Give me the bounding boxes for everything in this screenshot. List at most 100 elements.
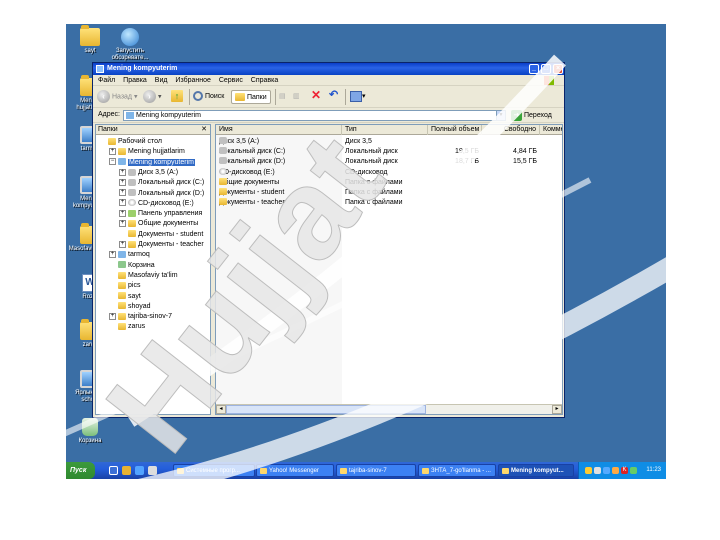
collapse-icon[interactable]: − — [109, 158, 116, 166]
menu-view[interactable]: Вид — [155, 77, 168, 84]
address-bar: Адрес: Mening kompyuterim ▼ ➜ Переход — [93, 108, 564, 123]
taskbar-button[interactable]: Yahoo! Messenger — [256, 464, 334, 477]
up-button[interactable]: ↑ — [171, 90, 183, 104]
tree-node[interactable]: + Панель управления — [119, 209, 202, 219]
tree-node[interactable]: shoyad — [118, 302, 151, 312]
taskbar-button[interactable]: ЗНТА_7-go'llanma - ... — [418, 464, 496, 477]
expand-icon[interactable]: + — [119, 189, 126, 197]
tree-node-label: Документы - student — [138, 230, 204, 238]
tray-network-icon[interactable] — [594, 467, 601, 474]
tree-node[interactable]: + tajriba-sinov-7 — [109, 312, 172, 322]
tree-node[interactable]: sayt — [118, 292, 141, 302]
address-field[interactable]: Mening kompyuterim ▼ — [123, 110, 506, 121]
views-button[interactable]: ▾ — [350, 90, 366, 104]
expand-icon[interactable]: + — [119, 220, 126, 228]
quick-launch-ie-icon[interactable] — [135, 466, 144, 475]
clock: 11:23 — [646, 467, 661, 473]
folder-icon — [118, 147, 126, 155]
column-comments[interactable]: Коммента — [540, 125, 562, 135]
go-button[interactable]: ➜ Переход — [511, 110, 552, 121]
tree-node[interactable]: Корзина — [118, 261, 155, 271]
tray-volume-icon[interactable] — [603, 467, 610, 474]
tree-node[interactable]: − Mening kompyuterim — [109, 158, 195, 168]
expand-icon[interactable]: + — [109, 147, 116, 155]
drive-icon — [219, 147, 227, 155]
tree-node[interactable]: + Диск 3,5 (A:) — [119, 168, 178, 178]
expand-icon[interactable]: + — [119, 199, 126, 207]
scroll-right-icon[interactable]: ▸ — [552, 405, 562, 414]
menu-tools[interactable]: Сервис — [219, 77, 243, 84]
scroll-thumb[interactable] — [226, 405, 426, 414]
file-row[interactable]: Документы - teacher Папка с файлами — [216, 198, 562, 208]
forward-button[interactable]: › ▾ — [143, 90, 161, 104]
delete-button[interactable]: ✕ — [311, 88, 321, 102]
folders-icon — [235, 93, 245, 102]
back-button[interactable]: ‹ Назад ▾ — [97, 90, 137, 104]
drive-icon — [128, 178, 136, 186]
undo-button[interactable]: ↶ — [329, 88, 338, 102]
taskbar-button[interactable]: Mening kompyut... — [498, 464, 574, 477]
tray-security-icon[interactable] — [630, 467, 637, 474]
tree-node[interactable]: zarus — [118, 322, 145, 332]
start-button[interactable]: Пуск — [66, 462, 95, 479]
search-button[interactable]: Поиск — [193, 90, 224, 104]
expand-icon[interactable]: + — [109, 250, 116, 258]
tree-node[interactable]: Masofaviy ta'lim — [118, 271, 178, 281]
file-row[interactable]: Диск 3,5 (A:) Диск 3,5 — [216, 137, 562, 147]
taskbar-button[interactable]: tajriba-sinov-7 — [336, 464, 416, 477]
tree-node[interactable]: + CD-дисковод (E:) — [119, 199, 194, 209]
file-row[interactable]: Локальный диск (C:) Локальный диск 19,5 ГБ… — [216, 147, 562, 157]
expand-icon[interactable]: + — [119, 209, 126, 217]
go-arrow-icon: ➜ — [511, 110, 522, 121]
file-name-cell: Локальный диск (C:) — [219, 147, 285, 157]
tree-node[interactable]: Рабочий стол — [108, 137, 162, 147]
file-row[interactable]: Локальный диск (D:) Локальный диск 18,7 ГБ… — [216, 157, 562, 167]
tree-node[interactable]: pics — [118, 281, 140, 291]
maximize-button[interactable]: □ — [541, 64, 551, 74]
file-row[interactable]: Общие документы Папка с файлами — [216, 177, 562, 188]
quick-launch-messenger-icon[interactable] — [122, 466, 131, 475]
file-row[interactable]: Документы - student Папка с файлами — [216, 188, 562, 198]
tree-node[interactable]: + Локальный диск (D:) — [119, 189, 204, 199]
tray-antivirus-icon[interactable]: K — [621, 467, 628, 474]
quick-launch-desktop-icon[interactable] — [109, 466, 118, 475]
column-type[interactable]: Тип — [342, 125, 428, 135]
tree-node[interactable]: + Mening hujjatlarim — [109, 147, 185, 157]
title-bar[interactable]: Mening kompyuterim _ □ × — [93, 63, 564, 75]
tree-node[interactable]: + Документы - teacher — [119, 240, 204, 250]
move-to-button[interactable]: ▤ — [279, 90, 286, 104]
tray-messenger-icon[interactable] — [585, 467, 592, 474]
folders-button[interactable]: Папки — [231, 90, 271, 104]
copy-to-button[interactable]: ▥ — [293, 90, 300, 104]
minimize-button[interactable]: _ — [529, 64, 539, 74]
expand-icon[interactable]: + — [119, 178, 126, 186]
folder-icon — [118, 281, 126, 289]
menu-file[interactable]: Файл — [98, 77, 115, 84]
file-row[interactable]: CD-дисковод (E:) CD-дисковод — [216, 167, 562, 178]
menu-favorites[interactable]: Избранное — [175, 77, 210, 84]
tree-node[interactable]: + Локальный диск (C:) — [119, 178, 204, 188]
close-pane-icon[interactable]: ✕ — [201, 125, 207, 135]
column-total-size[interactable]: Полный объем — [428, 125, 482, 135]
tray-update-icon[interactable] — [612, 467, 619, 474]
close-button[interactable]: × — [553, 64, 563, 74]
horizontal-scrollbar[interactable]: ◂ ▸ — [216, 404, 562, 414]
column-name[interactable]: Имя — [216, 125, 342, 135]
menu-help[interactable]: Справка — [251, 77, 278, 84]
folder-icon — [219, 188, 227, 195]
desktop-icon[interactable]: Корзина — [66, 418, 114, 445]
expand-icon[interactable]: + — [119, 168, 126, 176]
tree-node[interactable]: + Общие документы — [119, 219, 198, 229]
tree-node-label: Общие документы — [138, 220, 199, 228]
scroll-left-icon[interactable]: ◂ — [216, 405, 226, 414]
quick-launch-show-desktop-icon[interactable] — [148, 466, 157, 475]
tree-node[interactable]: + tarmoq — [109, 250, 150, 260]
expand-icon[interactable]: + — [109, 312, 116, 320]
taskbar-button[interactable]: Системные прогр... — [173, 464, 255, 477]
expand-icon[interactable]: + — [119, 240, 126, 248]
menu-edit[interactable]: Правка — [123, 77, 147, 84]
column-free-space[interactable]: Свободно — [482, 125, 540, 135]
tree-node[interactable]: Документы - student — [128, 230, 203, 240]
desktop-icon[interactable]: Запустить обозревате... — [106, 28, 154, 62]
address-dropdown-icon[interactable]: ▼ — [496, 111, 505, 120]
